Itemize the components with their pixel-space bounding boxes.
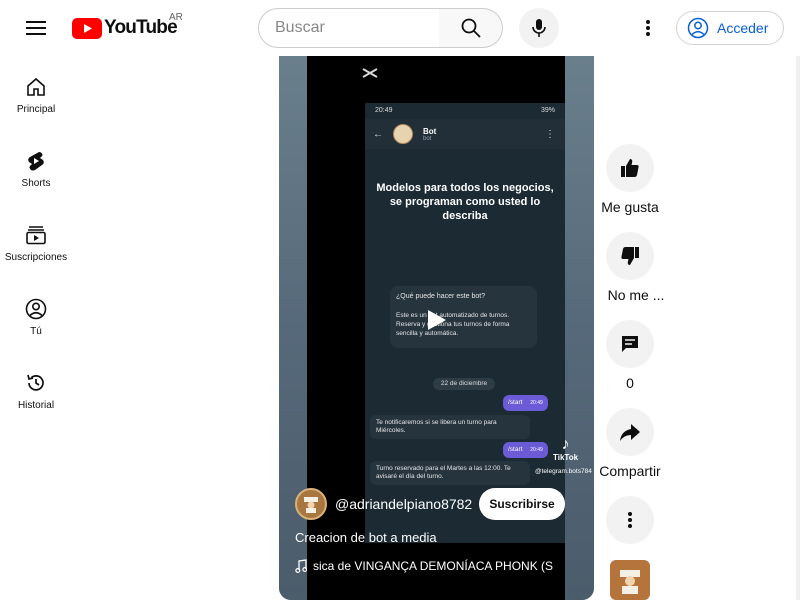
chat-message-in: Turno reservado para el Martes a las 12:… <box>370 461 530 485</box>
phone-time: 20:49 <box>375 107 393 114</box>
capcut-watermark-icon <box>362 68 378 78</box>
video-headline-text: Modelos para todos los negocios, se prog… <box>376 182 554 222</box>
bot-name: Bot <box>423 126 437 136</box>
music-ticker[interactable]: sica de VINGANÇA DEMONÍACA PHONK (S <box>295 558 579 574</box>
comments-action: 0 <box>596 320 664 391</box>
subscribe-button[interactable]: Suscribirse <box>479 488 565 520</box>
music-note-icon <box>295 559 307 573</box>
bot-info-card: ¿Qué puede hacer este bot? Este es un bo… <box>390 286 537 348</box>
sidebar-label: Principal <box>16 104 56 115</box>
top-header: YouTube AR Acceder <box>0 0 800 56</box>
sidebar-item-principal[interactable]: Principal <box>0 56 72 130</box>
more-options-button[interactable] <box>606 496 654 544</box>
message-text: /start <box>508 446 523 453</box>
search-button[interactable] <box>439 8 503 48</box>
comment-icon <box>622 336 638 352</box>
logo-wordmark: YouTube <box>104 17 178 38</box>
youtube-play-logo-icon <box>72 17 102 39</box>
history-icon <box>27 374 44 391</box>
message-time: 20:49 <box>530 400 543 406</box>
more-vertical-icon <box>646 20 650 36</box>
telegram-chat-header: ← Bot bot <box>365 119 565 149</box>
phone-screen-recording: 20:49 39% ← Bot bot ⋮ Modelos para todos… <box>365 103 565 543</box>
bot-subtitle: bot <box>423 135 432 142</box>
chat-menu-icon: ⋮ <box>545 129 555 140</box>
like-action: Me gusta <box>596 144 664 215</box>
bot-card-body: Este es un bot automatizado de turnos. R… <box>396 312 510 337</box>
message-text: /start <box>508 399 523 406</box>
dislike-button[interactable] <box>606 232 654 280</box>
channel-handle[interactable]: @adriandelpiano8782 <box>335 496 472 512</box>
microphone-icon <box>532 19 546 37</box>
region-code: AR <box>169 12 183 23</box>
subscriptions-icon <box>26 226 46 245</box>
sidebar-item-shorts[interactable]: Shorts <box>0 130 72 204</box>
chat-date-pill: 22 de diciembre <box>433 378 495 390</box>
comments-count: 0 <box>626 375 634 391</box>
phone-battery: 39% <box>540 107 555 114</box>
shorts-player[interactable]: 20:49 39% ← Bot bot ⋮ Modelos para todos… <box>279 56 594 600</box>
channel-avatar[interactable] <box>295 488 327 520</box>
more-vertical-icon <box>628 512 632 528</box>
chat-message-in: Te notificaremos si se libera un turno p… <box>370 415 530 439</box>
sidebar-label: Tú <box>30 326 42 337</box>
signin-label: Acceder <box>717 20 769 36</box>
sidebar-item-suscripciones[interactable]: Suscripciones <box>0 204 72 278</box>
chat-message-out: /start 20:49 <box>503 395 548 411</box>
search-input[interactable] <box>275 19 425 37</box>
play-icon <box>428 310 446 330</box>
thumbs-up-icon <box>621 159 639 177</box>
like-button[interactable] <box>606 144 654 192</box>
account-circle-icon <box>687 17 709 39</box>
search-box[interactable] <box>258 8 440 48</box>
message-time: 20:49 <box>530 447 543 453</box>
dislike-label: No me ... <box>607 287 665 303</box>
sidebar-label: Historial <box>17 400 55 411</box>
thumbs-down-icon <box>621 247 639 265</box>
tiktok-icon: ♪ <box>561 436 570 453</box>
bot-avatar <box>393 124 413 144</box>
voice-search-button[interactable] <box>519 8 559 48</box>
tiktok-watermark: ♪ TikTok <box>553 436 579 463</box>
hamburger-icon <box>26 21 46 35</box>
phone-status-bar: 20:49 39% <box>365 103 565 119</box>
share-label: Compartir <box>599 463 661 479</box>
music-title: sica de VINGANÇA DEMONÍACA PHONK (S <box>313 559 554 573</box>
page-scrollbar[interactable] <box>796 56 800 600</box>
you-icon <box>25 298 47 320</box>
comments-button[interactable] <box>606 320 654 368</box>
dislike-action: No me ... <box>596 232 664 303</box>
bot-card-title: ¿Qué puede hacer este bot? <box>396 293 486 300</box>
tiktok-label: TikTok <box>553 453 579 462</box>
channel-row: @adriandelpiano8782 Suscribirse <box>295 488 585 520</box>
sound-thumbnail-figure-icon <box>620 570 640 594</box>
more-action <box>596 496 664 544</box>
sidebar-item-historial[interactable]: Historial <box>0 352 72 426</box>
play-button[interactable] <box>422 305 452 335</box>
sidebar-item-tu[interactable]: Tú <box>0 278 72 352</box>
back-arrow-icon: ← <box>373 128 383 140</box>
youtube-logo[interactable]: YouTube <box>72 16 178 40</box>
chat-message-out: /start 20:49 <box>503 442 548 458</box>
settings-more-button[interactable] <box>628 8 668 48</box>
like-label: Me gusta <box>601 199 659 215</box>
menu-button[interactable] <box>16 8 56 48</box>
shorts-icon <box>28 152 44 171</box>
sound-thumbnail[interactable] <box>610 560 650 600</box>
video-title[interactable]: Creacion de bot a media <box>295 530 437 545</box>
signin-button[interactable]: Acceder <box>676 11 784 45</box>
search-icon <box>461 18 481 38</box>
share-arrow-icon <box>620 424 640 441</box>
share-button[interactable] <box>606 408 654 456</box>
home-icon <box>27 77 45 96</box>
share-action: Compartir <box>596 408 664 479</box>
sidebar-label: Suscripciones <box>4 252 68 263</box>
avatar-figure-icon <box>304 497 318 513</box>
tiktok-handle: @telegram.bots784 <box>535 468 592 475</box>
sidebar-label: Shorts <box>21 178 51 189</box>
